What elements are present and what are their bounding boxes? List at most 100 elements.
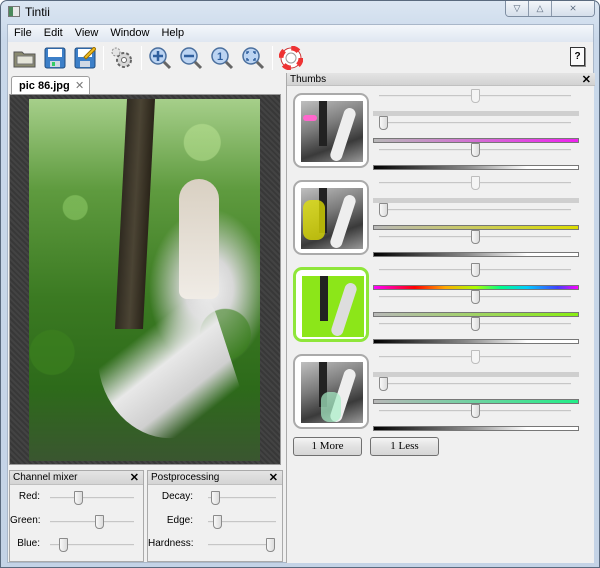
- saturation-slider[interactable]: [379, 290, 571, 304]
- thumb-trunk: [320, 276, 328, 321]
- close-channel-mixer-icon[interactable]: ✕: [130, 471, 139, 484]
- saturation-slider[interactable]: [378, 203, 571, 217]
- edge-slider-handle[interactable]: [212, 515, 222, 529]
- close-window-button[interactable]: ⨯: [552, 1, 594, 16]
- lightness-slider-handle[interactable]: [471, 404, 480, 418]
- green-slider[interactable]: [50, 515, 134, 529]
- help-lifebuoy-icon: [279, 46, 303, 70]
- image-viewer[interactable]: [9, 94, 281, 465]
- photo-figure: [179, 179, 219, 299]
- close-postprocessing-icon[interactable]: ✕: [269, 471, 278, 484]
- hue-gradient-bar: [373, 372, 579, 377]
- decay-slider-row: Decay:: [148, 488, 282, 508]
- hue-slider-handle[interactable]: [471, 176, 480, 190]
- lightness-slider-handle[interactable]: [471, 143, 480, 157]
- thumb-magenta-card[interactable]: [293, 93, 369, 168]
- blue-slider[interactable]: [50, 538, 134, 552]
- save-as-icon: [74, 47, 96, 69]
- saturation-slider[interactable]: [378, 377, 571, 391]
- menu-file[interactable]: File: [8, 25, 38, 42]
- edge-slider-row: Edge:: [148, 512, 282, 532]
- thumb-yellow-card[interactable]: [293, 180, 369, 255]
- lightness-gradient-bar: [373, 252, 579, 257]
- open-icon: [13, 51, 36, 68]
- decay-slider-handle[interactable]: [210, 491, 220, 505]
- channel-mixer-title-bar: Channel mixer ✕: [10, 471, 143, 485]
- one-more-button[interactable]: 1 More: [293, 437, 362, 456]
- lightness-slider-handle[interactable]: [471, 230, 480, 244]
- lightness-slider[interactable]: [379, 404, 571, 418]
- decay-label: Decay:: [161, 491, 193, 502]
- saturation-slider-handle[interactable]: [378, 116, 388, 130]
- window-controls: ▽ △ ⨯: [505, 1, 595, 17]
- zoom-out-icon: [180, 47, 203, 70]
- green-slider-handle[interactable]: [94, 515, 104, 529]
- hue-slider-handle[interactable]: [471, 350, 480, 364]
- postprocessing-panel: Postprocessing ✕ Decay: Edge: Hardness:: [147, 470, 283, 562]
- save-button[interactable]: [42, 45, 68, 71]
- green-label: Green:: [10, 515, 41, 526]
- menu-view[interactable]: View: [69, 25, 105, 42]
- lightness-slider[interactable]: [379, 317, 571, 331]
- hue-slider[interactable]: [379, 176, 571, 190]
- menu-window[interactable]: Window: [104, 25, 155, 42]
- channel-mixer-panel: Channel mixer ✕ Red: Green: Blue:: [9, 470, 144, 562]
- red-label: Red:: [18, 491, 40, 502]
- minimize-button[interactable]: ▽: [506, 1, 529, 16]
- zoom-actual-icon: 1: [211, 47, 234, 70]
- zoom-fit-button[interactable]: [240, 45, 266, 71]
- close-tab-icon[interactable]: ✕: [75, 79, 84, 92]
- thumb-teal-card[interactable]: [293, 354, 369, 429]
- close-thumbs-icon[interactable]: ✕: [582, 73, 591, 86]
- settings-button[interactable]: [109, 45, 135, 71]
- hardness-slider-handle[interactable]: [266, 538, 275, 552]
- zoom-out-button[interactable]: [178, 45, 204, 71]
- red-slider-handle[interactable]: [73, 491, 83, 505]
- thumb-preview-image: [301, 362, 363, 423]
- hue-slider[interactable]: [379, 350, 571, 364]
- saturation-slider-handle[interactable]: [378, 377, 388, 391]
- open-button[interactable]: [12, 45, 38, 71]
- app-window: Tintii ▽ △ ⨯ File Edit View Window Help: [0, 0, 600, 568]
- toolbar-separator: [272, 46, 273, 70]
- document-tab[interactable]: pic 86.jpg ✕: [11, 76, 90, 95]
- hue-slider[interactable]: [379, 89, 571, 103]
- menu-help[interactable]: Help: [155, 25, 190, 42]
- one-less-button[interactable]: 1 Less: [370, 437, 439, 456]
- hardness-slider[interactable]: [208, 538, 275, 552]
- whats-this-button[interactable]: ?: [570, 47, 585, 66]
- help-button[interactable]: [278, 45, 304, 71]
- thumbs-panel: Thumbs ✕ 1 More 1 Less: [286, 73, 595, 563]
- lightness-slider-handle[interactable]: [471, 317, 480, 331]
- thumb-tint-spot: [303, 115, 317, 121]
- hardness-label: Hardness:: [148, 538, 194, 549]
- blue-slider-handle[interactable]: [58, 538, 68, 552]
- red-slider[interactable]: [50, 491, 134, 505]
- lightness-gradient-bar: [373, 426, 579, 431]
- decay-slider[interactable]: [208, 491, 276, 505]
- thumb-preview-image: [301, 188, 363, 249]
- saturation-slider[interactable]: [378, 116, 571, 130]
- lightness-gradient-bar: [373, 339, 579, 344]
- save-as-button[interactable]: [72, 45, 98, 71]
- saturation-slider-handle[interactable]: [471, 290, 480, 304]
- zoom-in-button[interactable]: [147, 45, 173, 71]
- hue-slider-handle[interactable]: [471, 89, 480, 103]
- zoom-actual-button[interactable]: 1: [209, 45, 235, 71]
- svg-text:1: 1: [217, 51, 223, 63]
- hue-slider-handle[interactable]: [471, 263, 480, 277]
- menu-edit[interactable]: Edit: [38, 25, 69, 42]
- thumb-preview-image: [302, 276, 364, 337]
- edge-label: Edge:: [166, 515, 193, 526]
- edge-slider[interactable]: [208, 515, 276, 529]
- saturation-slider-handle[interactable]: [378, 203, 388, 217]
- lightness-gradient-bar: [373, 165, 579, 170]
- lightness-slider[interactable]: [379, 230, 571, 244]
- hue-gradient-bar: [373, 111, 579, 116]
- zoom-in-icon: [149, 47, 172, 70]
- hue-slider[interactable]: [379, 263, 571, 277]
- save-icon: [44, 47, 66, 69]
- maximize-button[interactable]: △: [529, 1, 552, 16]
- lightness-slider[interactable]: [379, 143, 571, 157]
- thumb-green-card[interactable]: [293, 267, 369, 342]
